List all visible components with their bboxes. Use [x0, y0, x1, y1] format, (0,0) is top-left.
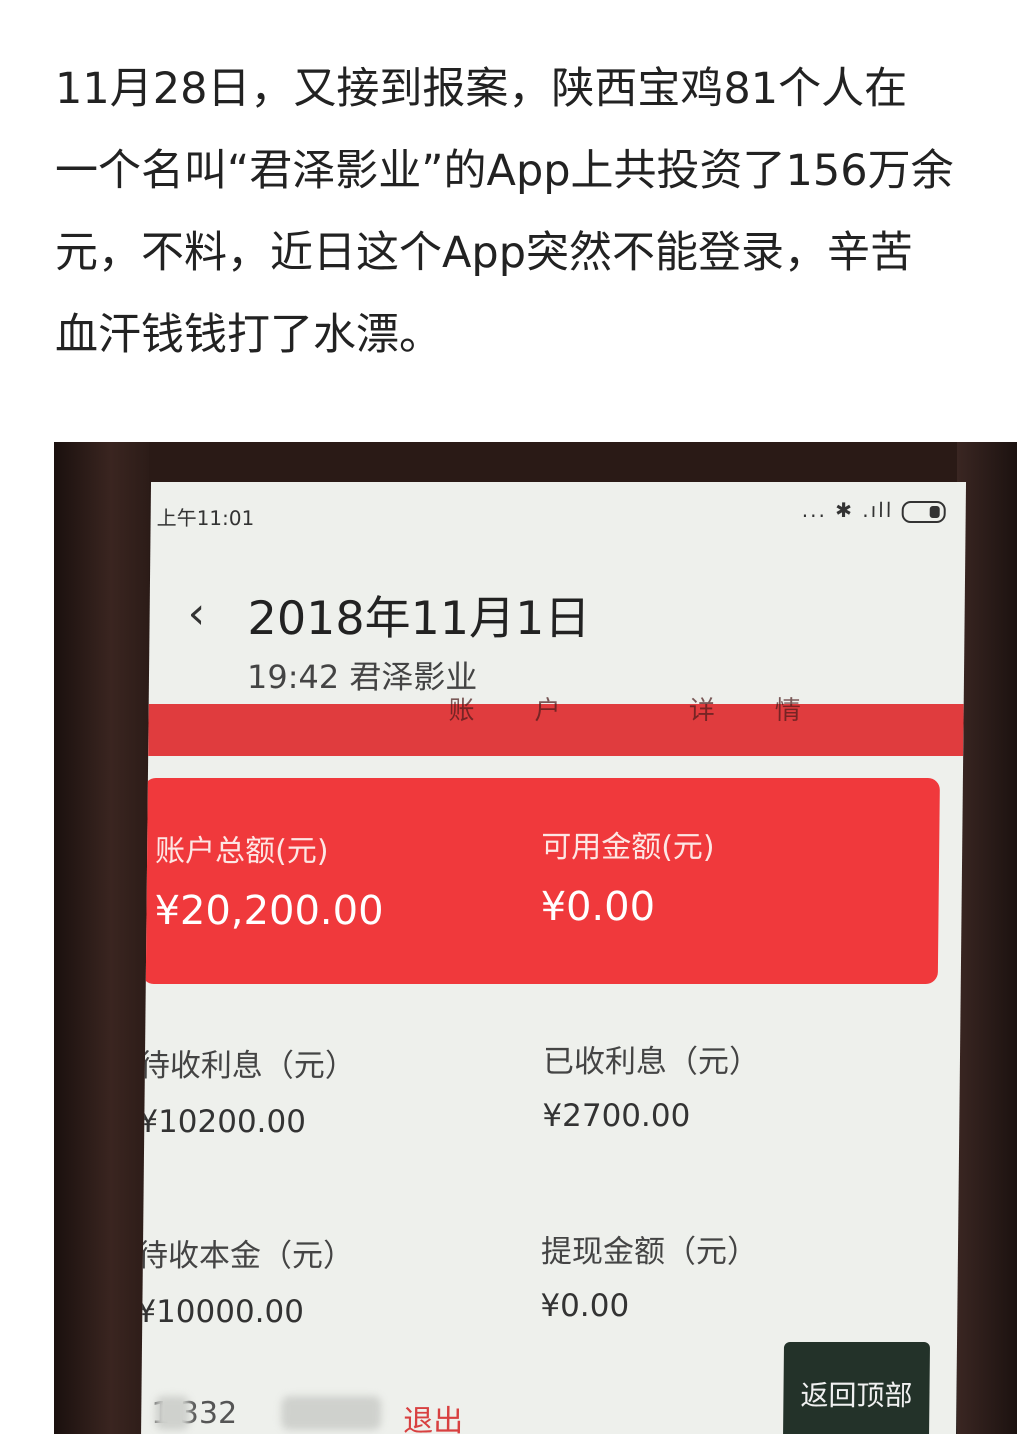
balance-card: 账户总额(元) ¥20,200.00 可用金额(元) ¥0.00 [141, 778, 940, 984]
total-balance-value: ¥20,200.00 [154, 888, 384, 934]
redaction-blur [281, 1396, 382, 1430]
article-line-1: 11月28日，又接到报案，陕西宝鸡81个人在 [55, 64, 908, 114]
phone-bezel-left [54, 442, 149, 1434]
article-line-3: 元，不料，近日这个App突然不能登录，辛苦 [55, 228, 914, 278]
battery-icon [901, 500, 946, 523]
withdraw-amount-value: ¥0.00 [540, 1288, 630, 1324]
nav-header: ‹ 2018年11月1日 19:42 君泽影业 [149, 530, 966, 700]
nav-date-title: 2018年11月1日 [247, 591, 591, 645]
article-line-4: 血汗钱钱打了水漂。 [55, 310, 442, 360]
available-balance-label: 可用金额(元) [541, 830, 715, 865]
article-text: 11月28日，又接到报案，陕西宝鸡81个人在 一个名叫“君泽影业”的App上共投… [55, 48, 1015, 376]
back-icon[interactable]: ‹ [187, 588, 205, 639]
received-interest-label: 已收利息（元） [542, 1044, 761, 1080]
withdraw-amount-label: 提现金额（元） [540, 1234, 759, 1270]
pending-principal-label: 待收本金（元） [140, 1238, 355, 1274]
signal-bluetooth-icons: ... ✱ .ıll [801, 498, 894, 522]
back-to-top-button[interactable]: 返回顶部 [782, 1342, 931, 1434]
phone-screen: 上午11:01 ... ✱ .ıll ‹ 2018年11月1日 19:42 君泽… [140, 482, 967, 1434]
pending-interest-label: 待收利息（元） [140, 1048, 357, 1084]
available-balance-value: ¥0.00 [540, 884, 656, 930]
status-icons: ... ✱ .ıll [802, 498, 946, 523]
received-interest-value: ¥2700.00 [542, 1098, 691, 1134]
status-bar: 上午11:01 ... ✱ .ıll [150, 494, 965, 534]
phone-bezel-right [957, 442, 1017, 1434]
account-header-strip: 账户 详情 [148, 696, 964, 756]
pending-interest-value: ¥10200.00 [140, 1104, 307, 1140]
nav-subtitle: 19:42 君泽影业 [246, 658, 478, 696]
total-balance-label: 账户总额(元) [154, 834, 329, 869]
status-time: 上午11:01 [156, 506, 255, 530]
pending-principal-value: ¥10000.00 [140, 1294, 305, 1330]
phone-photo: 上午11:01 ... ✱ .ıll ‹ 2018年11月1日 19:42 君泽… [54, 442, 1017, 1434]
article-line-2: 一个名叫“君泽影业”的App上共投资了156万余 [55, 146, 954, 196]
logout-link[interactable]: 退出 [403, 1396, 463, 1434]
strip-title: 账户 详情 [448, 696, 862, 726]
redaction-blur [155, 1396, 190, 1430]
